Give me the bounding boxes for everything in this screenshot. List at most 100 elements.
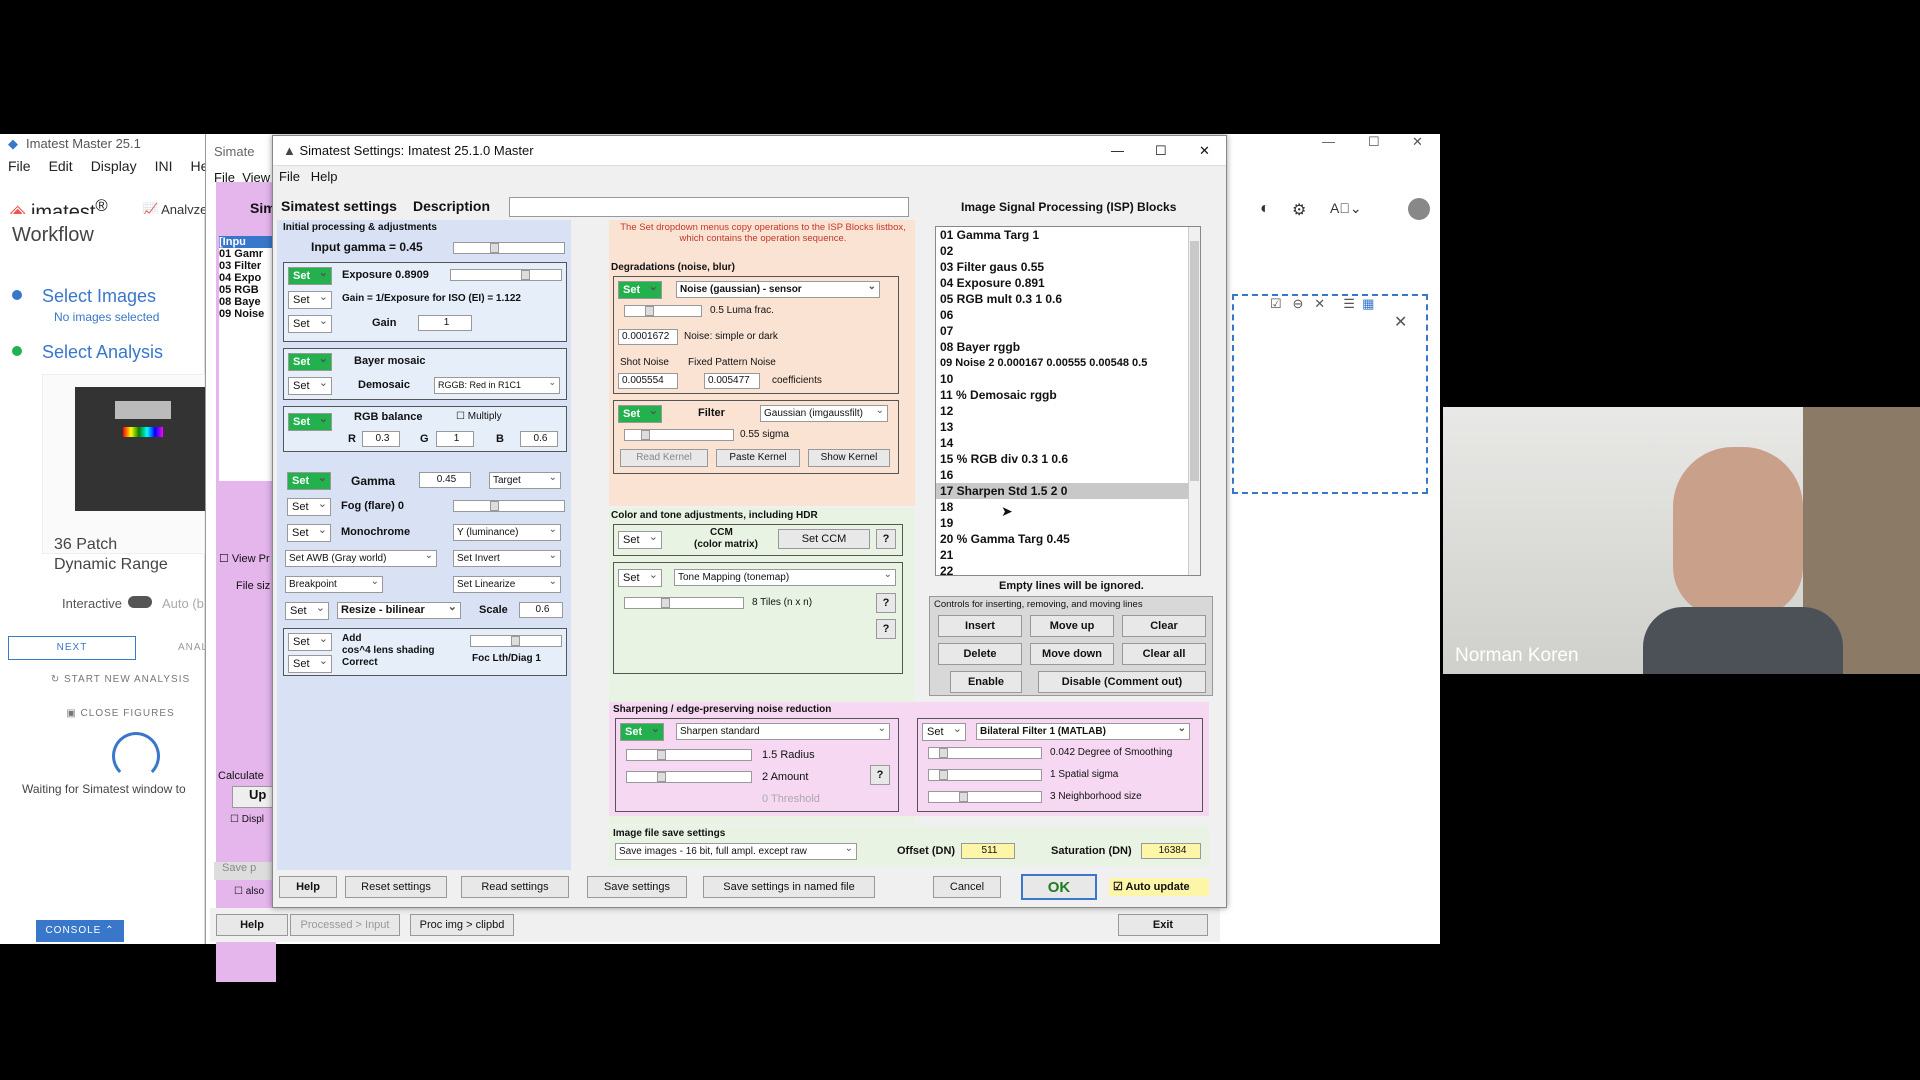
slider-knob[interactable]	[490, 243, 499, 253]
isp-line[interactable]: 15 % RGB div 0.3 1 0.6	[936, 451, 1200, 467]
isp-line[interactable]: 04 Exposure 0.891	[936, 275, 1200, 291]
maximize-icon[interactable]: ☐	[1155, 136, 1167, 166]
bayer-set-dropdown[interactable]: Set	[288, 351, 332, 371]
exposure-slider[interactable]	[450, 269, 562, 281]
drop-zone[interactable]: ✕	[1232, 294, 1428, 494]
close-icon[interactable]: ✕	[1394, 312, 1407, 332]
next-button[interactable]: NEXT	[8, 636, 136, 660]
isp-line[interactable]: 16	[936, 467, 1200, 483]
tone-set-dropdown[interactable]: Set	[618, 567, 662, 587]
slider-knob[interactable]	[645, 306, 654, 316]
b-input[interactable]: 0.6	[520, 431, 558, 447]
minimize-icon[interactable]: —	[1322, 134, 1335, 149]
dialog-menu-help[interactable]: Help	[311, 169, 338, 184]
avatar[interactable]	[1408, 198, 1430, 220]
disable-button[interactable]: Disable (Comment out)	[1038, 671, 1206, 693]
gain-input[interactable]: 1	[418, 315, 472, 331]
select-analysis-step[interactable]: Select Analysis	[42, 342, 163, 363]
scroll-thumb[interactable]	[1190, 241, 1199, 481]
win2-list-item[interactable]: [Inpu	[219, 236, 275, 248]
radius-slider[interactable]	[626, 749, 752, 761]
tone-mapping-dropdown[interactable]: Tone Mapping (tonemap)	[674, 567, 896, 586]
isp-line[interactable]: 12	[936, 403, 1200, 419]
set-ccm-button[interactable]: Set CCM	[778, 529, 870, 549]
select-images-step[interactable]: Select Images	[42, 286, 156, 307]
save-settings-button[interactable]: Save settings	[587, 876, 687, 898]
set-invert-dropdown[interactable]: Set Invert	[453, 548, 561, 567]
gain-set-dropdown[interactable]: Set	[288, 313, 332, 333]
enable-button[interactable]: Enable	[950, 671, 1022, 693]
paste-kernel-button[interactable]: Paste Kernel	[716, 449, 800, 467]
isp-line[interactable]: 18	[936, 499, 1200, 515]
resize-set-dropdown[interactable]: Set	[285, 600, 329, 620]
isp-line[interactable]: 21	[936, 547, 1200, 563]
menu-ini[interactable]: INI	[155, 158, 173, 174]
isp-line[interactable]: 14	[936, 435, 1200, 451]
save-images-dropdown[interactable]: Save images - 16 bit, full ampl. except …	[615, 841, 857, 860]
delete-button[interactable]: Delete	[938, 643, 1022, 665]
multiply-checkbox[interactable]: ☐ Multiply	[456, 411, 502, 422]
gamma-set-dropdown[interactable]: Set	[287, 470, 331, 490]
dialog-help-button[interactable]: Help	[279, 876, 337, 898]
slider-knob[interactable]	[939, 770, 948, 780]
slider-knob[interactable]	[939, 748, 948, 758]
gain-eq-set-dropdown[interactable]: Set	[288, 289, 332, 309]
scale-input[interactable]: 0.6	[519, 602, 563, 618]
add-set-dropdown[interactable]: Set	[288, 631, 332, 651]
filter-dropdown[interactable]: Gaussian (imgaussfilt)	[760, 403, 888, 422]
fpn-input[interactable]: 0.005477	[704, 373, 760, 389]
win2-list-item[interactable]: 01 Gamr	[219, 248, 275, 260]
rgb-set-dropdown[interactable]: Set	[288, 411, 332, 431]
dialog-menu-file[interactable]: File	[279, 169, 300, 184]
slider-knob[interactable]	[641, 430, 650, 440]
sigma-slider[interactable]	[624, 429, 734, 441]
ccm-help-button[interactable]: ?	[876, 529, 896, 549]
isp-line-selected[interactable]: 17 Sharpen Std 1.5 2 0	[936, 483, 1200, 499]
reset-settings-button[interactable]: Reset settings	[345, 876, 447, 898]
win2-list-item[interactable]: 09 Noise	[219, 308, 275, 320]
slider-knob[interactable]	[657, 750, 666, 760]
analysis-card[interactable]	[42, 374, 205, 554]
isp-line[interactable]: 20 % Gamma Targ 0.45	[936, 531, 1200, 547]
isp-line[interactable]: 19	[936, 515, 1200, 531]
win2-list-item[interactable]: 08 Baye	[219, 296, 275, 308]
maximize-icon[interactable]: ☐	[1368, 134, 1380, 150]
resize-dropdown[interactable]: Resize - bilinear	[337, 600, 461, 619]
processed-input-button[interactable]: Processed > Input	[290, 914, 400, 936]
close-figures-button[interactable]: ▣ CLOSE FIGURES	[36, 702, 205, 726]
sharpen-set-dropdown[interactable]: Set	[620, 721, 664, 741]
win2-list-item[interactable]: 05 RGB	[219, 284, 275, 296]
isp-line[interactable]: 11 % Demosaic rggb	[936, 387, 1200, 403]
slider-knob[interactable]	[657, 772, 666, 782]
menu-edit[interactable]: Edit	[49, 158, 73, 174]
gamma-input[interactable]: 0.45	[419, 472, 471, 488]
isp-line[interactable]: 05 RGB mult 0.3 1 0.6	[936, 291, 1200, 307]
proc-img-clipbd-button[interactable]: Proc img > clipbd	[410, 914, 514, 936]
isp-line[interactable]: 22	[936, 563, 1200, 579]
fog-slider[interactable]	[453, 500, 565, 512]
save-named-button[interactable]: Save settings in named file	[703, 876, 875, 898]
offset-input[interactable]: 511	[961, 843, 1015, 859]
amount-slider[interactable]	[626, 771, 752, 783]
clear-all-button[interactable]: Clear all	[1122, 643, 1206, 665]
anal-button[interactable]: ANAL	[178, 642, 208, 653]
neighborhood-slider[interactable]	[928, 791, 1042, 803]
isp-line[interactable]: 03 Filter gaus 0.55	[936, 259, 1200, 275]
input-gamma-slider[interactable]	[453, 242, 565, 254]
menu-display[interactable]: Display	[91, 158, 137, 174]
win2-also[interactable]: ☐ also	[234, 886, 264, 897]
win2-view-pr[interactable]: ☐ View Pr	[219, 552, 270, 565]
clear-button[interactable]: Clear	[1122, 615, 1206, 637]
set-linearize-dropdown[interactable]: Set Linearize	[453, 574, 561, 593]
list-view-icon[interactable]: ☰	[1343, 296, 1355, 311]
ccm-set-dropdown[interactable]: Set	[618, 529, 662, 549]
sharpen-dropdown[interactable]: Sharpen standard	[676, 721, 890, 740]
check-icon[interactable]: ☑	[1270, 296, 1282, 311]
noise-dropdown[interactable]: Noise (gaussian) - sensor	[676, 279, 880, 298]
description-input[interactable]	[509, 197, 909, 217]
saturation-input[interactable]: 16384	[1141, 843, 1201, 859]
bilateral-set-dropdown[interactable]: Set	[922, 721, 966, 741]
lens-shading-slider[interactable]	[470, 635, 562, 647]
slider-knob[interactable]	[661, 598, 670, 608]
close-icon[interactable]: ✕	[1199, 136, 1210, 166]
